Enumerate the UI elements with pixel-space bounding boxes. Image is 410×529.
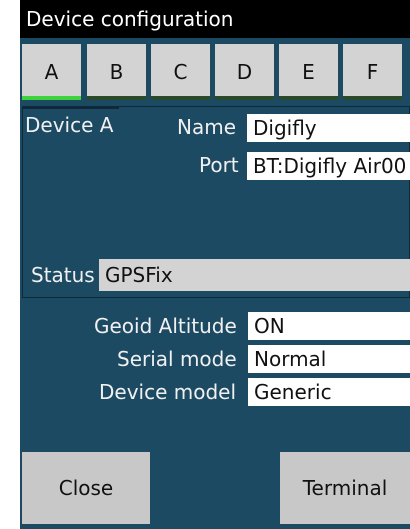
port-label: Port bbox=[199, 153, 239, 177]
status-field: GPSFix bbox=[99, 259, 410, 291]
port-field[interactable]: BT:Digifly Air00 bbox=[247, 152, 410, 180]
tab-d[interactable]: D bbox=[215, 44, 274, 100]
device-model-label: Device model bbox=[99, 380, 237, 404]
tab-c[interactable]: C bbox=[151, 44, 210, 100]
geoid-altitude-label: Geoid Altitude bbox=[94, 314, 237, 338]
device-tabs: A B C D E F bbox=[20, 38, 410, 106]
status-label: Status bbox=[31, 263, 95, 287]
device-heading: Device A bbox=[25, 113, 114, 137]
terminal-button[interactable]: Terminal bbox=[280, 452, 410, 524]
name-field[interactable]: Digifly bbox=[247, 114, 410, 142]
device-configuration-window: Device configuration A B C D E F Device … bbox=[20, 0, 410, 529]
tab-f[interactable]: F bbox=[343, 44, 402, 100]
tab-a[interactable]: A bbox=[22, 44, 81, 100]
heading-underline bbox=[23, 107, 119, 109]
tab-b[interactable]: B bbox=[87, 44, 146, 100]
name-label: Name bbox=[177, 115, 237, 139]
window-title: Device configuration bbox=[20, 0, 410, 38]
tab-e[interactable]: E bbox=[279, 44, 338, 100]
geoid-altitude-field[interactable]: ON bbox=[248, 312, 410, 340]
device-panel: Device A Name Digifly Port BT:Digifly Ai… bbox=[22, 106, 410, 298]
serial-mode-label: Serial mode bbox=[117, 347, 237, 371]
serial-mode-field[interactable]: Normal bbox=[248, 345, 410, 373]
device-model-field[interactable]: Generic bbox=[248, 378, 410, 406]
close-button[interactable]: Close bbox=[22, 452, 150, 524]
